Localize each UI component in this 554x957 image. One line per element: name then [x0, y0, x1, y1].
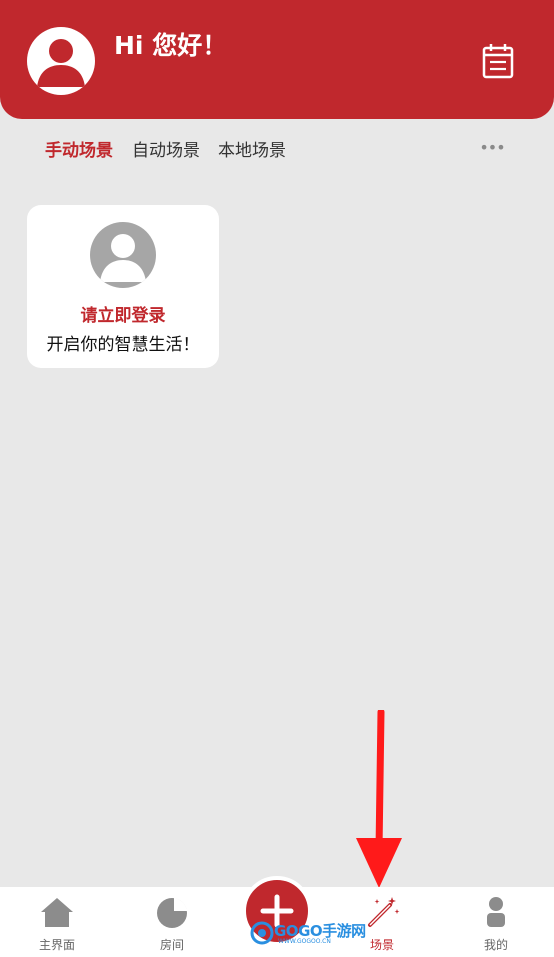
nav-room-label: 房间	[159, 938, 184, 952]
user-avatar[interactable]	[27, 27, 95, 95]
login-subtitle: 开启你的智慧生活！	[46, 335, 200, 355]
header-bar: Hi 您好！	[0, 0, 554, 119]
default-avatar-icon	[90, 222, 156, 288]
watermark-subtext: WWW.GOGOO.CN	[278, 938, 331, 945]
watermark-circle-icon	[250, 921, 274, 945]
nav-room[interactable]: 房间	[122, 887, 222, 957]
watermark-logo: GOGO手游网 WWW.GOGOO.CN	[250, 918, 366, 948]
tab-manual-scene[interactable]: 手动场景	[45, 136, 113, 161]
tab-auto-scene[interactable]: 自动场景	[132, 136, 200, 161]
calendar-icon	[482, 44, 514, 79]
magic-wand-icon	[368, 897, 400, 927]
user-silhouette-icon	[37, 39, 85, 87]
person-icon	[487, 897, 505, 927]
calendar-button[interactable]	[480, 42, 516, 80]
pie-chart-icon	[157, 897, 188, 928]
nav-home[interactable]: 主界面	[7, 887, 107, 957]
nav-mine-label: 我的	[483, 938, 508, 952]
annotation-arrow-icon	[356, 710, 402, 888]
greeting-text: Hi 您好！	[114, 31, 228, 60]
login-card[interactable]: 请立即登录 开启你的智慧生活！	[27, 205, 219, 368]
nav-home-label: 主界面	[38, 938, 75, 952]
tab-local-scene[interactable]: 本地场景	[218, 136, 286, 161]
login-link[interactable]: 请立即登录	[27, 301, 219, 326]
more-options-button[interactable]: •••	[478, 133, 506, 163]
scene-tabs: 手动场景 自动场景 本地场景	[0, 136, 554, 166]
nav-mine[interactable]: 我的	[446, 887, 546, 957]
home-icon	[41, 898, 73, 927]
